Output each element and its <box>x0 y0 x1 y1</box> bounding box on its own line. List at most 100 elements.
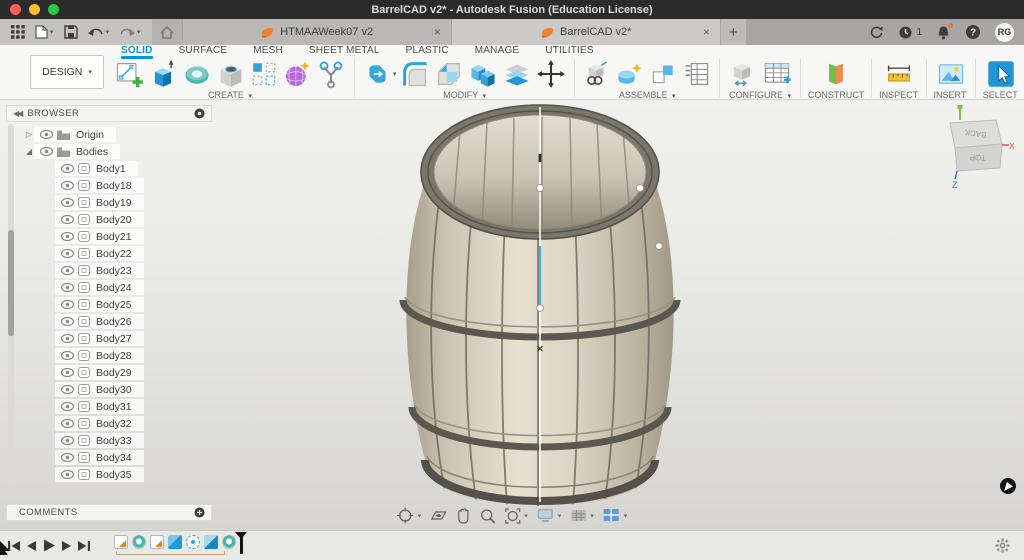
group-label-modify[interactable]: MODIFY ▾ <box>443 90 486 100</box>
pan-icon[interactable] <box>455 507 470 524</box>
timeline-feature-icon[interactable] <box>204 534 218 549</box>
help-icon[interactable]: ? <box>965 24 981 40</box>
file-menu-icon[interactable]: ▾ <box>30 21 59 43</box>
fillet-icon[interactable] <box>399 58 431 90</box>
browser-body-row[interactable]: Body35 <box>55 466 144 483</box>
expand-open-icon[interactable]: ◢ <box>24 147 34 156</box>
browser-body-row[interactable]: Body27 <box>55 330 144 347</box>
home-view-button[interactable] <box>151 19 182 45</box>
notifications-bell-icon[interactable] <box>936 22 954 40</box>
save-icon[interactable] <box>59 21 83 43</box>
step-back-icon[interactable] <box>26 540 37 552</box>
browser-body-row[interactable]: Body18 <box>55 177 144 194</box>
browser-body-row[interactable]: Body29 <box>55 364 144 381</box>
browser-body-row[interactable]: Body25 <box>55 296 144 313</box>
document-tab-barrelcad[interactable]: BarrelCAD v2* × <box>450 19 720 45</box>
undo-icon[interactable]: ▾ <box>83 21 115 43</box>
create-sketch-icon[interactable] <box>113 58 145 90</box>
new-component-icon[interactable] <box>582 58 612 90</box>
timeline-feature-icon[interactable] <box>132 534 146 549</box>
visibility-eye-icon[interactable] <box>61 317 74 326</box>
extrude-icon[interactable] <box>147 58 179 90</box>
configuration-table-icon[interactable] <box>761 58 793 90</box>
visibility-eye-icon[interactable] <box>61 249 74 258</box>
close-window-icon[interactable] <box>10 4 21 15</box>
browser-body-row[interactable]: Body21 <box>55 228 144 245</box>
visibility-eye-icon[interactable] <box>61 402 74 411</box>
grid-snaps-icon[interactable]: ▾ <box>570 508 594 523</box>
browser-body-row[interactable]: Body1 <box>55 160 144 177</box>
minimize-window-icon[interactable] <box>29 4 40 15</box>
browser-body-row[interactable]: Body23 <box>55 262 144 279</box>
browser-options-icon[interactable] <box>194 108 211 119</box>
viewport-canvas[interactable]: BACK TOP X Z ◀◀ BROWSER ▷ Origin ◢ Bodie… <box>0 100 1024 530</box>
viewports-icon[interactable]: ▾ <box>603 508 627 523</box>
app-grid-icon[interactable] <box>6 21 30 43</box>
visibility-eye-icon[interactable] <box>61 300 74 309</box>
close-tab-icon[interactable]: × <box>703 25 710 39</box>
visibility-eye-icon[interactable] <box>61 283 74 292</box>
revolve-icon[interactable] <box>181 58 213 90</box>
visibility-eye-icon[interactable] <box>61 453 74 462</box>
visibility-eye-icon[interactable] <box>61 164 74 173</box>
combine-icon[interactable] <box>467 58 499 90</box>
visibility-eye-icon[interactable] <box>61 334 74 343</box>
browser-body-row[interactable]: Body22 <box>55 245 144 262</box>
timeline-feature-icon[interactable] <box>150 534 164 549</box>
add-comment-icon[interactable] <box>194 507 211 518</box>
timeline-feature-icon[interactable] <box>222 534 236 549</box>
view-cube[interactable]: BACK TOP X Z <box>930 105 1015 194</box>
sync-icon[interactable] <box>869 25 884 40</box>
document-tab-htmaaweek07[interactable]: HTMAAWeek07 v2 × <box>181 19 451 45</box>
new-tab-button[interactable]: + <box>719 19 746 45</box>
browser-body-row[interactable]: Body31 <box>55 398 144 415</box>
visibility-eye-icon[interactable] <box>61 470 74 479</box>
zoom-icon[interactable] <box>479 508 495 524</box>
browser-body-row[interactable]: Body30 <box>55 381 144 398</box>
timeline-position-marker[interactable] <box>235 531 247 554</box>
move-copy-icon[interactable] <box>535 58 567 90</box>
visibility-eye-icon[interactable] <box>61 215 74 224</box>
user-avatar[interactable]: RG <box>995 22 1015 42</box>
maximize-window-icon[interactable] <box>48 4 59 15</box>
visibility-eye-icon[interactable] <box>61 385 74 394</box>
step-forward-icon[interactable] <box>61 540 72 552</box>
browser-body-row[interactable]: Body26 <box>55 313 144 330</box>
insert-canvas-icon[interactable] <box>935 58 967 90</box>
visibility-eye-icon[interactable] <box>61 419 74 428</box>
community-help-badge[interactable] <box>1000 478 1016 494</box>
bom-table-icon[interactable] <box>680 58 712 90</box>
browser-folder-bodies[interactable]: ◢ Bodies <box>24 143 144 160</box>
measure-icon[interactable] <box>883 58 915 90</box>
generative-design-icon[interactable] <box>315 58 347 90</box>
create-form-icon[interactable] <box>281 58 313 90</box>
browser-body-row[interactable]: Body34 <box>55 449 144 466</box>
redo-icon[interactable]: ▾ <box>114 21 146 43</box>
expand-collapsed-icon[interactable]: ▷ <box>24 130 34 139</box>
hole-icon[interactable] <box>215 58 247 90</box>
window-controls[interactable] <box>10 4 59 15</box>
orbit-icon[interactable]: ▾ <box>397 507 421 524</box>
go-to-end-icon[interactable] <box>78 540 90 552</box>
browser-body-row[interactable]: Body33 <box>55 432 144 449</box>
browser-folder-origin[interactable]: ▷ Origin <box>24 126 144 143</box>
timeline-settings-gear-icon[interactable] <box>995 538 1010 558</box>
collapse-panel-icon[interactable]: ◀◀ <box>7 109 27 118</box>
chamfer-icon[interactable] <box>433 58 465 90</box>
timeline-feature-icon[interactable] <box>186 534 200 549</box>
browser-body-row[interactable]: Body28 <box>55 347 144 364</box>
timeline-feature-icon[interactable] <box>114 534 128 549</box>
barrel-model[interactable] <box>0 100 1024 530</box>
group-label-create[interactable]: CREATE ▾ <box>208 90 252 100</box>
group-label-assemble[interactable]: ASSEMBLE ▾ <box>619 90 676 100</box>
visibility-eye-icon[interactable] <box>61 181 74 190</box>
look-at-icon[interactable] <box>430 509 447 523</box>
visibility-eye-icon[interactable] <box>40 147 53 156</box>
rectangular-pattern-icon[interactable] <box>249 59 279 89</box>
offset-face-icon[interactable] <box>501 58 533 90</box>
browser-body-row[interactable]: Body19 <box>55 194 144 211</box>
select-icon[interactable] <box>985 58 1017 90</box>
group-label-configure[interactable]: CONFIGURE ▾ <box>729 90 791 100</box>
close-tab-icon[interactable]: × <box>434 25 441 39</box>
workspace-switcher[interactable]: DESIGN ▾ <box>30 55 104 89</box>
